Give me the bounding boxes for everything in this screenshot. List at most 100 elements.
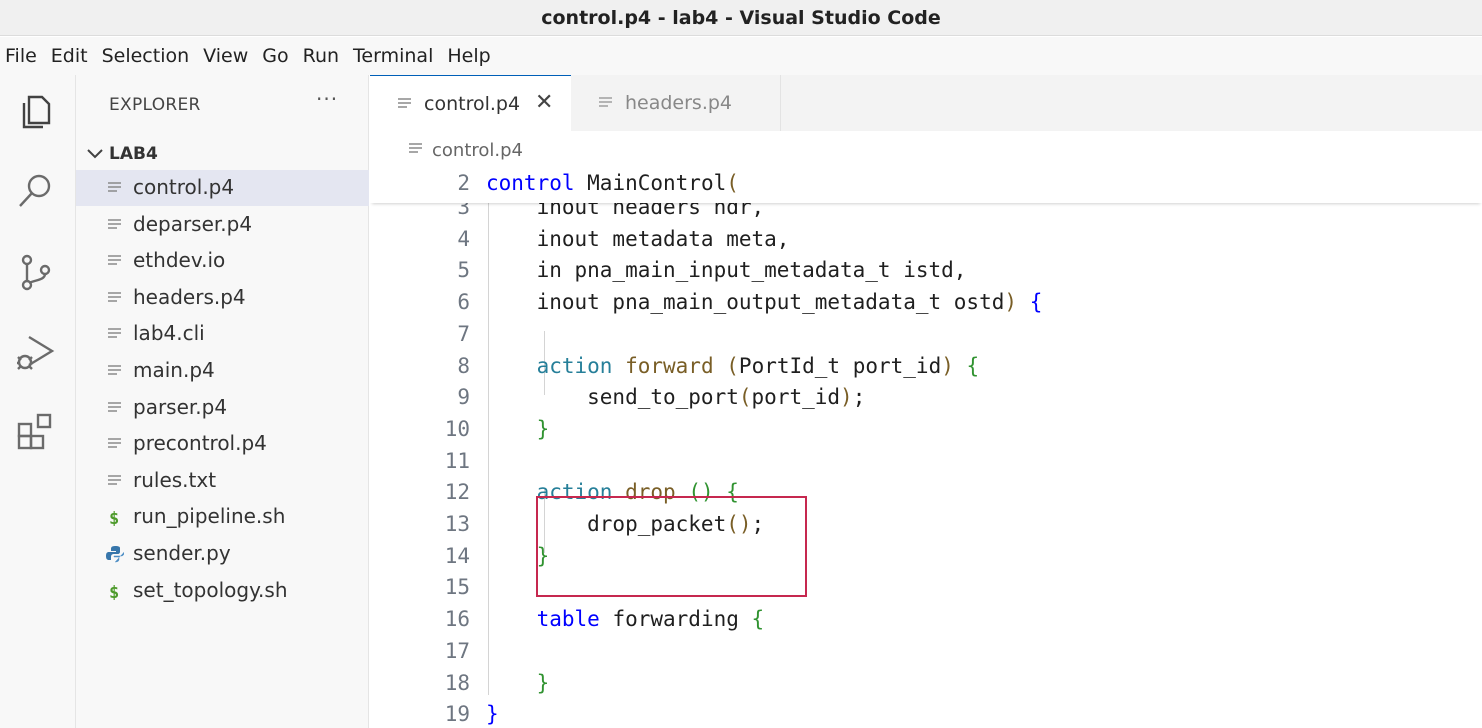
file-name: main.p4 — [133, 358, 215, 382]
code-line[interactable]: 4 inout metadata meta, — [370, 223, 1482, 255]
menu-help[interactable]: Help — [447, 37, 490, 75]
code-line[interactable]: 11 — [370, 445, 1482, 477]
code-line[interactable]: 19} — [370, 698, 1482, 728]
code-token: { — [751, 607, 765, 632]
line-number: 15 — [444, 575, 470, 600]
python-file-icon — [106, 545, 125, 563]
file-lines-icon — [106, 435, 124, 453]
code-area[interactable]: 2 control MainControl( 3 inout headers hd… — [370, 171, 1482, 728]
code-line[interactable]: 16 table forwarding { — [370, 603, 1482, 635]
code-line[interactable]: 2 control MainControl( — [370, 171, 1482, 199]
line-number: 4 — [457, 226, 470, 251]
file-lines-icon — [106, 289, 124, 307]
code-line[interactable]: 18 } — [370, 667, 1482, 699]
file-lines-icon — [106, 179, 124, 197]
file-name: sender.py — [133, 541, 231, 565]
close-icon[interactable]: ✕ — [535, 90, 553, 115]
sticky-scroll-line[interactable]: 2 control MainControl( — [370, 171, 1482, 203]
run-debug-icon[interactable] — [14, 331, 58, 375]
menu-go[interactable]: Go — [262, 37, 288, 75]
code-line[interactable]: 7 — [370, 318, 1482, 350]
line-content: action forward (PortId_t port_id) { — [486, 350, 980, 382]
file-item[interactable]: deparser.p4 — [76, 207, 369, 243]
window-title: control.p4 - lab4 - Visual Studio Code — [541, 6, 941, 29]
file-lines-icon — [409, 143, 422, 153]
file-item[interactable]: sender.py — [76, 536, 369, 572]
line-content: inout pna_main_output_metadata_t ostd) { — [486, 286, 1043, 318]
menu-run[interactable]: Run — [303, 37, 339, 75]
code-token: ( — [726, 353, 739, 378]
code-token: send_to_port — [486, 385, 739, 410]
code-token: control — [486, 171, 575, 195]
menu-edit[interactable]: Edit — [51, 37, 88, 75]
file-lines-icon — [106, 399, 124, 417]
line-number: 12 — [444, 480, 470, 505]
code-token: ( — [738, 385, 752, 410]
code-token: } — [536, 670, 550, 695]
tab-control-p4[interactable]: control.p4 ✕ — [370, 75, 571, 131]
code-line[interactable]: 8 action forward (PortId_t port_id) { — [370, 350, 1482, 382]
code-token: ; — [852, 385, 866, 410]
file-lines-icon — [106, 216, 124, 234]
line-content: } — [486, 413, 550, 445]
explorer-icon[interactable] — [14, 89, 58, 133]
file-name: lab4.cli — [133, 321, 205, 346]
code-line[interactable]: 6 inout pna_main_output_metadata_t ostd)… — [370, 286, 1482, 318]
line-number: 18 — [444, 670, 470, 695]
file-lines-icon — [106, 362, 124, 380]
file-item[interactable]: main.p4 — [76, 353, 369, 389]
file-item[interactable]: ethdev.io — [76, 243, 369, 279]
file-name: parser.p4 — [133, 394, 228, 419]
file-item[interactable]: control.p4 — [76, 170, 369, 206]
breadcrumb: control.p4 — [370, 131, 1482, 171]
tab-headers-p4[interactable]: headers.p4 — [571, 75, 781, 131]
code-line[interactable]: 17 — [370, 635, 1482, 667]
file-item[interactable]: precontrol.p4 — [76, 426, 369, 462]
file-item[interactable]: $ set_topology.sh — [76, 573, 369, 609]
explorer-sidebar: EXPLORER ··· LAB4 control.p4 deparser.p4 e… — [76, 75, 369, 728]
breadcrumb-file[interactable]: control.p4 — [432, 140, 523, 161]
menu-selection[interactable]: Selection — [102, 37, 190, 75]
source-control-icon[interactable] — [14, 251, 58, 295]
code-token: forward — [625, 353, 714, 378]
file-item[interactable]: $ run_pipeline.sh — [76, 499, 369, 535]
menu-terminal[interactable]: Terminal — [353, 37, 433, 75]
code-line[interactable]: 9 send_to_port(port_id); — [370, 381, 1482, 413]
extensions-icon[interactable] — [14, 411, 58, 455]
line-content: send_to_port(port_id); — [486, 381, 865, 413]
tab-bar: control.p4 ✕ headers.p4 — [370, 75, 1482, 131]
more-actions-button[interactable]: ··· — [316, 87, 338, 111]
file-item[interactable]: rules.txt — [76, 463, 369, 499]
highlight-box — [536, 496, 807, 597]
line-number: 17 — [444, 638, 470, 663]
code-token: port_id — [751, 385, 841, 410]
file-item[interactable]: parser.p4 — [76, 390, 369, 426]
file-name: rules.txt — [133, 467, 217, 492]
folder-lab4[interactable]: LAB4 — [76, 139, 369, 169]
code-token: ) — [941, 353, 954, 378]
code-token: forwarding — [599, 607, 752, 632]
menu-file[interactable]: File — [5, 37, 37, 75]
line-number: 11 — [444, 448, 470, 473]
code-line[interactable]: 10 } — [370, 413, 1482, 445]
menu-view[interactable]: View — [203, 37, 248, 75]
tab-label: headers.p4 — [625, 92, 733, 114]
search-icon[interactable] — [14, 169, 58, 213]
line-number: 6 — [457, 290, 470, 315]
file-name: set_topology.sh — [133, 577, 288, 602]
line-number: 14 — [444, 543, 470, 568]
file-name: precontrol.p4 — [133, 431, 267, 456]
file-item[interactable]: lab4.cli — [76, 316, 369, 352]
code-token: } — [536, 416, 550, 441]
chevron-down-icon — [87, 149, 103, 159]
title-bar: control.p4 - lab4 - Visual Studio Code — [0, 0, 1482, 36]
line-content: inout metadata meta, — [486, 223, 790, 255]
code-line[interactable]: 5 in pna_main_input_metadata_t istd, — [370, 254, 1482, 286]
file-item[interactable]: headers.p4 — [76, 280, 369, 316]
line-content: } — [486, 667, 550, 699]
shell-file-icon: $ — [106, 508, 124, 529]
code-token: } — [486, 702, 499, 727]
